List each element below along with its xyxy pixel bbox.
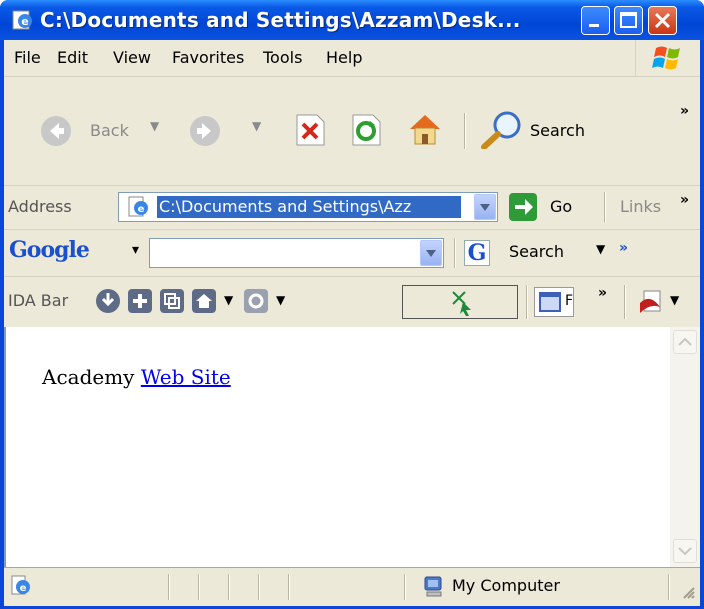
status-separator-2 — [198, 574, 200, 600]
download-icon[interactable] — [96, 289, 120, 313]
address-separator — [604, 192, 606, 222]
go-button[interactable]: Go — [550, 197, 572, 216]
search-button[interactable]: Search — [530, 121, 585, 140]
pdf-icon[interactable] — [638, 289, 666, 319]
status-separator-3 — [228, 574, 230, 600]
status-separator-5 — [288, 574, 290, 600]
web-site-link[interactable]: Web Site — [141, 365, 231, 389]
address-bar: Address e C:\Documents and Settings\Azz … — [4, 185, 700, 229]
page-status-icon: e — [10, 575, 32, 601]
ida-cursor-box[interactable] — [402, 285, 518, 319]
home-icon[interactable] — [406, 111, 444, 151]
page-icon: e — [127, 196, 151, 222]
ie-icon: e — [12, 9, 34, 31]
forward-dropdown-icon[interactable]: ▼ — [252, 119, 261, 133]
google-toolbar: Google ▾ G Search ▼ » — [4, 229, 700, 276]
search-icon[interactable] — [474, 109, 526, 153]
google-separator — [454, 238, 456, 268]
academy-text: Academy — [42, 365, 135, 389]
zone-label: My Computer — [452, 576, 560, 595]
status-separator-1 — [168, 574, 170, 600]
status-bar: e My Computer — [4, 567, 700, 606]
back-arrow-icon[interactable] — [40, 115, 72, 151]
ida-chevron-icon[interactable]: » — [598, 285, 607, 301]
back-dropdown-icon[interactable]: ▼ — [150, 119, 159, 133]
status-separator-4 — [258, 574, 260, 600]
toolbar-separator — [464, 113, 466, 149]
scroll-down-button[interactable] — [673, 539, 697, 563]
address-dropdown-button[interactable] — [474, 194, 496, 220]
stop-icon[interactable] — [294, 113, 326, 151]
window-title: C:\Documents and Settings\Azzam\Desk... — [40, 8, 521, 32]
ida-dropdown-icon[interactable]: ▼ — [224, 293, 233, 307]
standard-toolbar: Back ▼ ▼ Search » — [4, 77, 700, 185]
google-dropdown-button[interactable] — [420, 240, 442, 266]
title-bar[interactable]: e C:\Documents and Settings\Azzam\Desk..… — [0, 0, 704, 40]
svg-text:e: e — [20, 583, 27, 594]
google-g-icon[interactable]: G — [464, 240, 490, 266]
settings-dropdown-icon[interactable]: ▼ — [276, 293, 285, 307]
document-view: Academy Web Site — [4, 327, 700, 567]
svg-text:e: e — [138, 204, 145, 215]
address-value: C:\Documents and Settings\Azz — [157, 196, 461, 218]
settings-icon[interactable] — [244, 289, 268, 313]
ida-bar: IDA Bar ▼ ▼ F » ▼ — [4, 276, 700, 328]
google-search-dropdown-icon[interactable]: ▼ — [596, 242, 605, 256]
vertical-scrollbar[interactable] — [670, 327, 700, 567]
ie-window: e C:\Documents and Settings\Azzam\Desk..… — [0, 0, 704, 609]
menu-view[interactable]: View — [113, 48, 151, 67]
ida-tab-icon[interactable]: F — [534, 287, 574, 317]
forward-arrow-icon[interactable] — [189, 115, 221, 151]
ida-tab-text: F — [565, 293, 574, 309]
links-chevron-icon[interactable]: » — [680, 192, 689, 208]
resize-grip-icon[interactable] — [680, 584, 696, 604]
scroll-up-button[interactable] — [673, 330, 697, 354]
menu-help[interactable]: Help — [326, 48, 362, 67]
google-search-button[interactable]: Search — [509, 242, 564, 261]
google-logo-text: Google — [9, 237, 90, 263]
minimize-button[interactable] — [581, 6, 610, 35]
google-logo[interactable]: Google — [9, 237, 90, 263]
menu-bar: File Edit View Favorites Tools Help — [4, 40, 700, 77]
windows-icon[interactable] — [160, 289, 184, 313]
menu-tools[interactable]: Tools — [263, 48, 302, 67]
my-computer-icon — [422, 575, 446, 603]
google-search-input[interactable] — [149, 238, 444, 268]
status-separator-7 — [668, 574, 670, 600]
maximize-button[interactable] — [614, 6, 643, 35]
menu-favorites[interactable]: Favorites — [172, 48, 244, 67]
home-small-icon[interactable] — [192, 289, 216, 313]
menu-file[interactable]: File — [14, 48, 41, 67]
close-button[interactable] — [648, 6, 677, 35]
refresh-icon[interactable] — [350, 113, 382, 151]
google-chevron-icon[interactable]: » — [619, 240, 628, 256]
go-arrow-icon[interactable] — [509, 193, 537, 221]
document-body: Academy Web Site — [42, 365, 231, 389]
menu-edit[interactable]: Edit — [57, 48, 88, 67]
back-button[interactable]: Back — [90, 121, 129, 140]
address-input[interactable]: e C:\Documents and Settings\Azz — [118, 192, 498, 222]
ida-separator — [526, 285, 528, 319]
google-menu-dropdown-icon[interactable]: ▾ — [132, 242, 139, 258]
windows-logo — [635, 40, 700, 76]
links-button[interactable]: Links — [620, 197, 661, 216]
address-label: Address — [8, 197, 72, 216]
ida-bar-label: IDA Bar — [8, 291, 69, 310]
ida-separator-2 — [624, 285, 626, 319]
add-icon[interactable] — [128, 289, 152, 313]
status-separator-6 — [404, 574, 406, 600]
pdf-dropdown-icon[interactable]: ▼ — [670, 293, 679, 307]
toolbar-chevron-icon[interactable]: » — [680, 103, 689, 119]
svg-text:e: e — [21, 15, 28, 28]
